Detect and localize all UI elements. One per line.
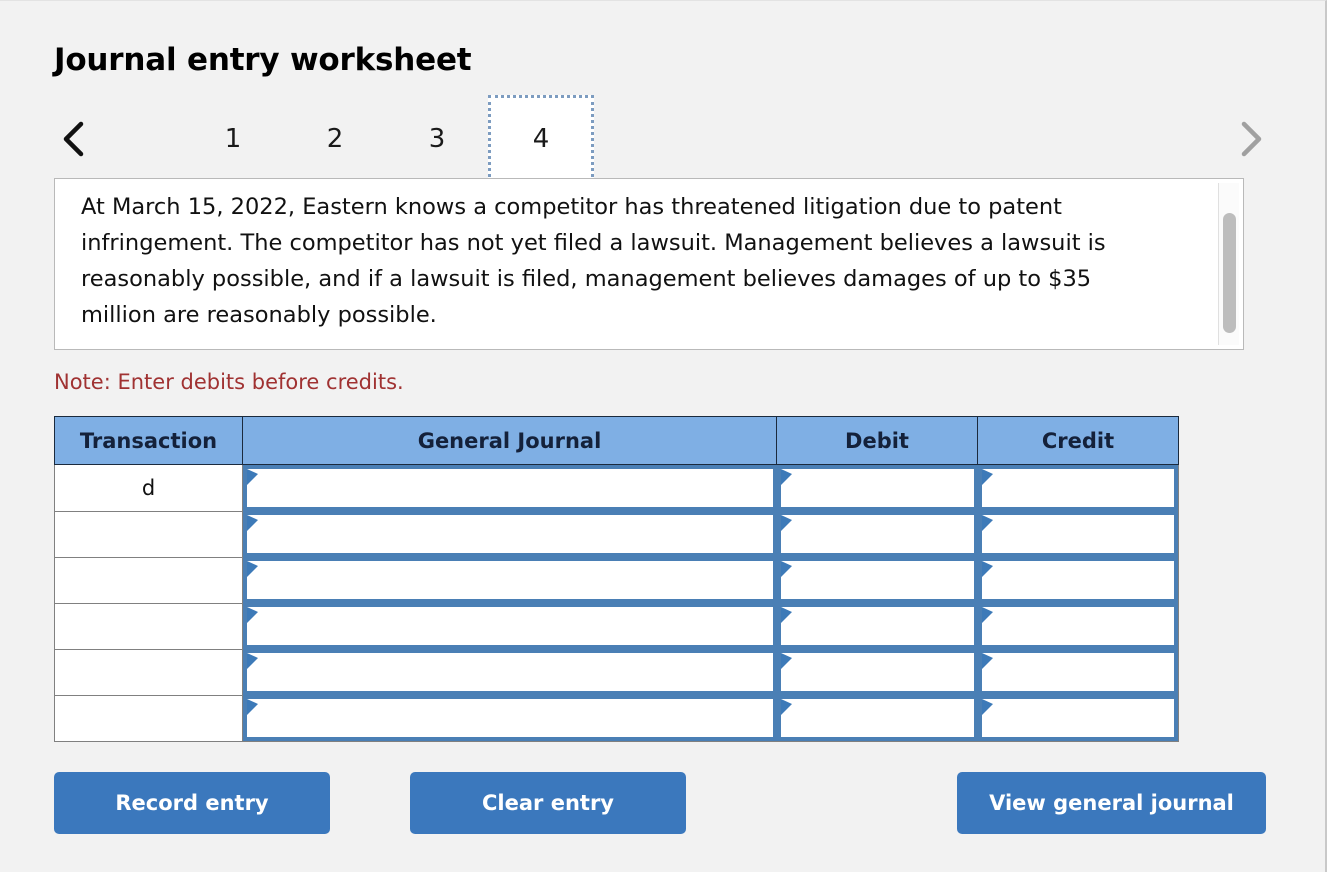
dropdown-arrow-icon (247, 607, 258, 624)
debit-cell (776, 511, 978, 558)
transaction-cell[interactable] (54, 602, 243, 650)
table-header-row: Transaction General Journal Debit Credit (54, 416, 1179, 466)
dropdown-arrow-icon (981, 561, 993, 578)
credit-select[interactable] (977, 557, 1178, 604)
credit-cell (977, 649, 1179, 696)
clear-entry-button[interactable]: Clear entry (410, 772, 686, 835)
dropdown-arrow-icon (780, 561, 792, 578)
general-journal-cell (243, 695, 777, 742)
tab-3[interactable]: 3 (386, 115, 488, 163)
debit-cell (776, 649, 978, 696)
credit-select[interactable] (977, 465, 1178, 512)
table-row: d (54, 464, 1179, 512)
general-journal-select[interactable] (243, 511, 777, 558)
next-page-button[interactable] (1230, 115, 1270, 163)
page-title: Journal entry worksheet (54, 42, 472, 78)
general-journal-cell (243, 557, 777, 604)
debit-cell (776, 465, 978, 512)
chevron-left-icon (63, 121, 84, 157)
credit-cell (977, 557, 1179, 604)
worksheet-content: Journal entry worksheet 1 2 3 4 At March… (54, 1, 1266, 836)
transaction-cell[interactable] (54, 648, 243, 696)
debit-select[interactable] (776, 603, 978, 650)
debit-select[interactable] (776, 695, 978, 742)
tab-1-label: 1 (224, 124, 242, 155)
transaction-cell[interactable] (54, 694, 243, 743)
credit-select[interactable] (977, 695, 1178, 742)
debit-cell (776, 557, 978, 604)
column-header-general-journal: General Journal (242, 416, 777, 466)
general-journal-cell (243, 511, 777, 558)
tab-navigation: 1 2 3 4 (54, 95, 1266, 184)
general-journal-select[interactable] (243, 649, 777, 696)
credit-cell (977, 511, 1179, 558)
dropdown-arrow-icon (247, 515, 258, 532)
table-row (54, 694, 1179, 743)
general-journal-cell (243, 465, 777, 512)
table-row (54, 648, 1179, 696)
dropdown-arrow-icon (981, 515, 993, 532)
general-journal-select[interactable] (243, 465, 777, 512)
tab-list: 1 2 3 4 (182, 95, 594, 184)
tab-4-label: 4 (532, 124, 550, 155)
action-buttons: Record entry Clear entry View general jo… (54, 772, 1266, 836)
dropdown-arrow-icon (780, 469, 792, 486)
credit-select[interactable] (977, 603, 1178, 650)
debits-before-credits-note: Note: Enter debits before credits. (54, 370, 404, 395)
dropdown-arrow-icon (981, 699, 993, 716)
general-journal-cell (243, 649, 777, 696)
prev-page-button[interactable] (54, 115, 94, 163)
worksheet-page: Journal entry worksheet 1 2 3 4 At March… (0, 0, 1327, 872)
dropdown-arrow-icon (247, 699, 258, 716)
scrollbar-thumb[interactable] (1223, 213, 1236, 334)
credit-cell (977, 695, 1179, 742)
debit-cell (776, 603, 978, 650)
column-header-credit: Credit (977, 416, 1179, 466)
dropdown-arrow-icon (247, 561, 258, 578)
debit-cell (776, 695, 978, 742)
debit-select[interactable] (776, 465, 978, 512)
transaction-cell[interactable] (54, 556, 243, 604)
dropdown-arrow-icon (247, 469, 258, 486)
credit-cell (977, 465, 1179, 512)
general-journal-select[interactable] (243, 557, 777, 604)
chevron-right-icon (1241, 121, 1262, 157)
table-row (54, 556, 1179, 604)
debit-select[interactable] (776, 511, 978, 558)
dropdown-arrow-icon (780, 515, 792, 532)
general-journal-cell (243, 603, 777, 650)
general-journal-select[interactable] (243, 603, 777, 650)
table-row (54, 602, 1179, 650)
credit-cell (977, 603, 1179, 650)
dropdown-arrow-icon (780, 607, 792, 624)
tab-2-label: 2 (326, 124, 344, 155)
scenario-panel: At March 15, 2022, Eastern knows a compe… (54, 178, 1244, 351)
column-header-transaction: Transaction (54, 416, 243, 466)
column-header-debit: Debit (776, 416, 978, 466)
credit-select[interactable] (977, 511, 1178, 558)
dropdown-arrow-icon (247, 653, 258, 670)
table-row (54, 510, 1179, 558)
tab-3-label: 3 (428, 124, 446, 155)
dropdown-arrow-icon (981, 653, 993, 670)
transaction-cell[interactable]: d (54, 464, 243, 512)
scenario-text: At March 15, 2022, Eastern knows a compe… (81, 194, 1106, 329)
credit-select[interactable] (977, 649, 1178, 696)
debit-select[interactable] (776, 557, 978, 604)
general-journal-select[interactable] (243, 695, 777, 742)
tab-1[interactable]: 1 (182, 115, 284, 163)
dropdown-arrow-icon (780, 653, 792, 670)
tab-2[interactable]: 2 (284, 115, 386, 163)
view-general-journal-button[interactable]: View general journal (957, 772, 1266, 835)
scenario-scrollbar[interactable] (1218, 183, 1239, 346)
tab-4[interactable]: 4 (488, 95, 594, 184)
journal-entry-table: Transaction General Journal Debit Credit… (54, 416, 1179, 743)
transaction-cell[interactable] (54, 510, 243, 558)
dropdown-arrow-icon (981, 469, 993, 486)
record-entry-button[interactable]: Record entry (54, 772, 330, 835)
dropdown-arrow-icon (780, 699, 792, 716)
debit-select[interactable] (776, 649, 978, 696)
dropdown-arrow-icon (981, 607, 993, 624)
